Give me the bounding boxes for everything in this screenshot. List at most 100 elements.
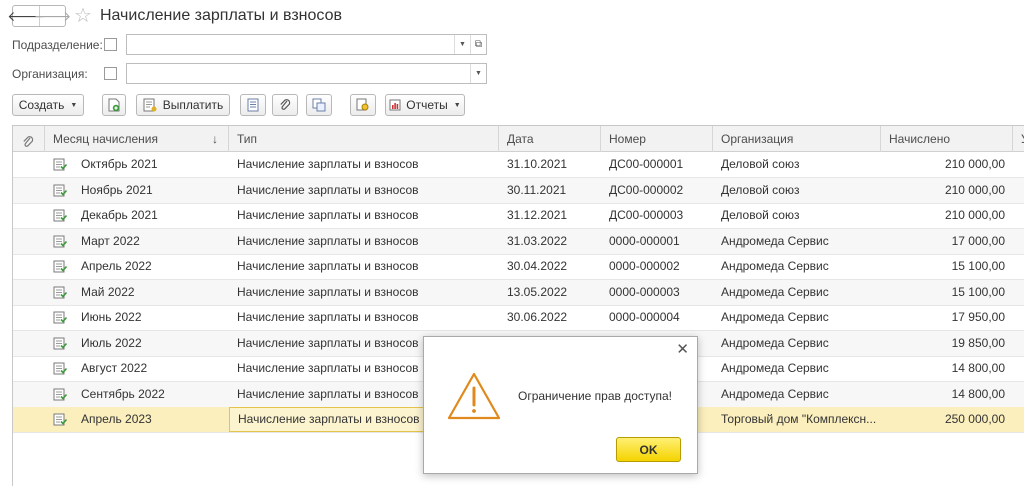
cell-date: 30.11.2021	[507, 182, 567, 197]
table-row[interactable]: Ноябрь 2021 Начисление зарплаты и взносов…	[13, 177, 1024, 204]
list-button[interactable]	[240, 94, 266, 116]
cell-org: Андромеда Сервис	[721, 310, 829, 324]
cell-org: Андромеда Сервис	[721, 335, 829, 350]
cell-date: 31.03.2022	[507, 233, 568, 248]
cell-org: Андромеда Сервис	[721, 284, 829, 299]
cell-amount: 210 000,00	[944, 157, 1005, 171]
reports-label: Отчеты	[406, 98, 448, 112]
create-button[interactable]: Создать ▼	[12, 94, 84, 116]
posted-document-icon	[53, 311, 68, 327]
posted-document-icon	[53, 235, 68, 251]
attach-button[interactable]	[272, 94, 298, 116]
cell-number: 0000-000003	[609, 284, 680, 299]
organization-input[interactable]	[127, 64, 470, 83]
cell-type: Начисление зарплаты и взносов	[237, 182, 419, 197]
cell-number: 0000-000002	[609, 259, 680, 273]
organization-filter: Организация:	[12, 63, 88, 85]
column-header-organization[interactable]: Организация	[713, 126, 881, 152]
cell-org: Деловой союз	[721, 208, 800, 222]
column-header-month[interactable]: Месяц начисления ↓	[45, 126, 229, 152]
cell-type: Начисление зарплаты и взносов	[237, 284, 419, 299]
open-icon[interactable]: ⧉	[470, 35, 486, 54]
cell-date: 30.06.2022	[507, 310, 568, 324]
cell-date: 13.05.2022	[507, 284, 568, 299]
window-header: 🡐 🡒 ☆ Начисление зарплаты и взносов	[7, 4, 342, 28]
dialog-message: Ограничение прав доступа!	[518, 389, 673, 403]
cell-type: Начисление зарплаты и взносов	[237, 259, 419, 273]
posted-document-icon	[53, 362, 68, 378]
column-header-organization-label: Организация	[721, 132, 794, 146]
cell-month: Июль 2022	[81, 335, 142, 350]
structure-button[interactable]	[306, 94, 332, 116]
chevron-down-icon: ▼	[70, 101, 78, 109]
attachment-column-header[interactable]	[13, 126, 45, 152]
print-button[interactable]	[350, 94, 376, 116]
favorite-star-icon[interactable]: ☆	[74, 6, 92, 26]
warning-icon	[446, 371, 502, 424]
cell-month: Октябрь 2021	[81, 157, 158, 171]
close-icon[interactable]: ✕	[676, 342, 689, 357]
column-header-month-label: Месяц начисления	[53, 132, 159, 146]
table-row[interactable]: Октябрь 2021 Начисление зарплаты и взносо…	[13, 152, 1024, 178]
page-title: Начисление зарплаты и взносов	[99, 7, 342, 24]
column-header-number[interactable]: Номер	[601, 126, 713, 152]
division-label: Подразделение:	[12, 38, 103, 52]
cell-amount: 14 800,00	[951, 361, 1005, 375]
posted-document-icon	[53, 158, 68, 174]
cell-date: 31.10.2021	[507, 157, 568, 171]
organization-field[interactable]: ▼	[126, 63, 487, 84]
nav-buttons: 🡐 🡒	[7, 5, 71, 27]
cell-month: Август 2022	[81, 361, 148, 375]
cell-amount: 14 800,00	[951, 386, 1005, 401]
table-row[interactable]: Декабрь 2021 Начисление зарплаты и взносо…	[13, 203, 1024, 229]
table-row[interactable]: Июнь 2022 Начисление зарплаты и взносов 30…	[13, 305, 1024, 331]
ok-label: OK	[639, 442, 658, 457]
cell-month: Апрель 2023	[81, 412, 152, 426]
posted-document-icon	[53, 209, 68, 225]
cell-amount: 17 950,00	[951, 310, 1005, 324]
column-header-type[interactable]: Тип	[229, 126, 499, 152]
organization-label: Организация:	[12, 67, 88, 81]
cell-org: Деловой союз	[721, 157, 800, 171]
chevron-down-icon: ▼	[453, 101, 461, 109]
cell-number: ДС00-000001	[609, 157, 684, 171]
column-header-type-label: Тип	[237, 132, 258, 146]
cell-org: Андромеда Сервис	[721, 259, 829, 273]
create-label: Создать	[18, 98, 65, 112]
paperclip-icon	[22, 132, 34, 152]
column-header-date[interactable]: Дата	[499, 126, 601, 152]
cell-month: Декабрь 2021	[81, 208, 158, 222]
column-header-extra[interactable]: У	[1013, 126, 1024, 152]
cell-org: Андромеда Сервис	[721, 361, 829, 375]
create-based-button[interactable]	[102, 94, 126, 116]
table-row[interactable]: Март 2022 Начисление зарплаты и взносов 31…	[13, 228, 1024, 255]
division-checkbox[interactable]	[104, 38, 117, 51]
posted-document-icon	[53, 184, 68, 200]
organization-checkbox[interactable]	[104, 67, 117, 80]
posted-document-icon	[53, 286, 68, 302]
pay-button[interactable]: Выплатить	[136, 94, 230, 116]
paperclip-icon	[279, 98, 291, 112]
cell-date: 30.04.2022	[507, 259, 568, 273]
reports-button[interactable]: Отчеты ▼	[385, 94, 465, 116]
cell-month: Апрель 2022	[81, 259, 152, 273]
forward-button[interactable]: 🡒	[34, 6, 71, 26]
posted-document-icon	[53, 260, 68, 276]
cell-amount: 210 000,00	[944, 208, 1005, 222]
posted-document-icon	[53, 413, 68, 429]
column-header-accrued[interactable]: Начислено	[881, 126, 1013, 152]
dropdown-arrow-icon[interactable]: ▼	[454, 35, 470, 54]
division-input[interactable]	[127, 35, 454, 54]
table-header: Месяц начисления ↓ Тип Дата Номер Органи…	[13, 126, 1024, 152]
sort-descending-icon: ↓	[212, 132, 218, 146]
cell-month: Март 2022	[81, 233, 140, 248]
table-row[interactable]: Апрель 2022 Начисление зарплаты и взносов…	[13, 254, 1024, 280]
ok-button[interactable]: OK	[616, 437, 681, 462]
cell-month: Май 2022	[81, 284, 135, 299]
cell-month: Сентябрь 2022	[81, 386, 165, 401]
access-denied-dialog: ✕ Ограничение прав доступа! OK	[423, 336, 698, 474]
table-row[interactable]: Май 2022 Начисление зарплаты и взносов 13.…	[13, 279, 1024, 306]
dropdown-arrow-icon[interactable]: ▼	[470, 64, 486, 83]
division-field[interactable]: ▼ ⧉	[126, 34, 487, 55]
cell-month: Июнь 2022	[81, 310, 142, 324]
